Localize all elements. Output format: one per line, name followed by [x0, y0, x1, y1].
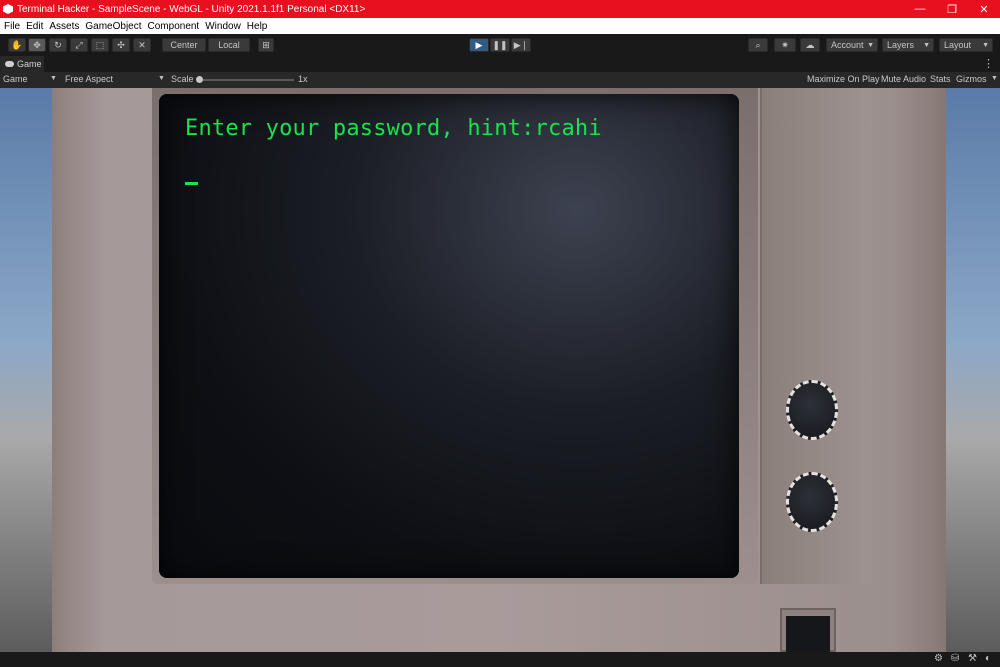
menu-help[interactable]: Help	[247, 21, 268, 32]
gizmos-caret-icon: ▼	[991, 75, 998, 82]
terminal-prompt: Enter your password, hint:rcahi	[185, 116, 602, 141]
terminal-screen[interactable]: Enter your password, hint:rcahi	[159, 94, 739, 578]
pivot-local-toggle[interactable]: Local	[208, 38, 250, 52]
step-button[interactable]: ▶❘	[511, 38, 531, 52]
pivot-center-label: Center	[170, 40, 198, 50]
monitor-knob-bottom	[786, 472, 838, 532]
custom-tool-icon[interactable]: ✕	[133, 38, 151, 52]
menu-edit[interactable]: Edit	[26, 21, 43, 32]
game-view-toolbar: Game ▼ Free Aspect ▼ Scale 1x Maximize O…	[0, 72, 1000, 89]
search-icon[interactable]: ⌕	[748, 38, 768, 52]
status-bar: ⚙ ⛁ ⚒ ◐	[0, 652, 1000, 667]
play-button[interactable]: ▶	[469, 38, 489, 52]
scale-slider-handle[interactable]	[196, 76, 203, 83]
title-bar: Terminal Hacker - SampleScene - WebGL - …	[0, 0, 1000, 18]
menu-bar: File Edit Assets GameObject Component Wi…	[0, 18, 1000, 34]
scale-label: Scale	[171, 74, 194, 84]
tab-game-label: Game	[17, 59, 42, 69]
grid-snap-icon[interactable]: ⊞	[258, 38, 274, 52]
scale-tool-icon[interactable]: ⤢	[70, 38, 88, 52]
layers-label: Layers	[887, 40, 915, 50]
account-dropdown[interactable]: Account	[826, 38, 878, 52]
game-viewport[interactable]: Enter your password, hint:rcahi	[0, 88, 1000, 652]
menu-component[interactable]: Component	[148, 21, 200, 32]
move-tool-icon[interactable]: ✥	[28, 38, 46, 52]
scale-slider-track[interactable]	[198, 79, 294, 81]
stats-toggle[interactable]: Stats	[930, 74, 951, 84]
close-button[interactable]: ✕	[968, 0, 1000, 18]
rotate-tool-icon[interactable]: ↻	[49, 38, 67, 52]
pause-button[interactable]: ❚❚	[490, 38, 510, 52]
scale-value: 1x	[298, 74, 308, 84]
mute-audio-toggle[interactable]: Mute Audio	[881, 74, 926, 84]
menu-window[interactable]: Window	[205, 21, 241, 32]
gizmos-dropdown[interactable]: Gizmos	[956, 74, 987, 84]
cache-icon[interactable]: ⛁	[951, 653, 959, 664]
account-label: Account	[831, 40, 864, 50]
pivot-center-toggle[interactable]: Center	[162, 38, 206, 52]
menu-file[interactable]: File	[4, 21, 20, 32]
window-title: Terminal Hacker - SampleScene - WebGL - …	[17, 3, 366, 15]
display-dropdown[interactable]: Game	[3, 74, 28, 84]
layout-dropdown[interactable]: Layout	[939, 38, 993, 52]
minimize-button[interactable]: —	[904, 0, 936, 18]
transform-tool-icon[interactable]: ✣	[112, 38, 130, 52]
terminal-cursor	[185, 182, 198, 185]
services-icon[interactable]: ✷	[774, 38, 796, 52]
tab-row: Game ⋮	[0, 56, 1000, 72]
hand-tool-icon[interactable]: ✋	[8, 38, 26, 52]
display-dropdown-caret-icon: ▼	[50, 75, 57, 82]
monitor-knob-top	[786, 380, 838, 440]
cloud-icon[interactable]: ☁	[800, 38, 820, 52]
menu-assets[interactable]: Assets	[49, 21, 79, 32]
rect-tool-icon[interactable]: ⬚	[91, 38, 109, 52]
aspect-dropdown[interactable]: Free Aspect	[65, 74, 113, 84]
build-icon[interactable]: ⚒	[968, 653, 977, 664]
maximize-on-play-toggle[interactable]: Maximize On Play	[807, 74, 880, 84]
debug-icon[interactable]: ⚙	[934, 653, 943, 664]
tab-game[interactable]: Game	[0, 56, 44, 72]
monitor-base-slot	[786, 616, 830, 652]
menu-gameobject[interactable]: GameObject	[85, 21, 141, 32]
layers-dropdown[interactable]: Layers	[882, 38, 934, 52]
pivot-local-label: Local	[218, 40, 240, 50]
unity-logo-icon	[3, 4, 13, 14]
progress-icon[interactable]: ◐	[985, 653, 991, 664]
window-controls: — ❐ ✕	[904, 0, 1000, 18]
crt-monitor-body: Enter your password, hint:rcahi	[52, 88, 946, 652]
main-toolbar: ✋ ✥ ↻ ⤢ ⬚ ✣ ✕ Center Local ⊞ ▶ ❚❚ ▶❘ ⌕ ✷…	[0, 34, 1000, 56]
more-options-icon[interactable]: ⋮	[983, 57, 994, 70]
layout-label: Layout	[944, 40, 972, 50]
gamepad-icon	[5, 61, 14, 67]
restore-button[interactable]: ❐	[936, 0, 968, 18]
aspect-dropdown-caret-icon: ▼	[158, 75, 165, 82]
